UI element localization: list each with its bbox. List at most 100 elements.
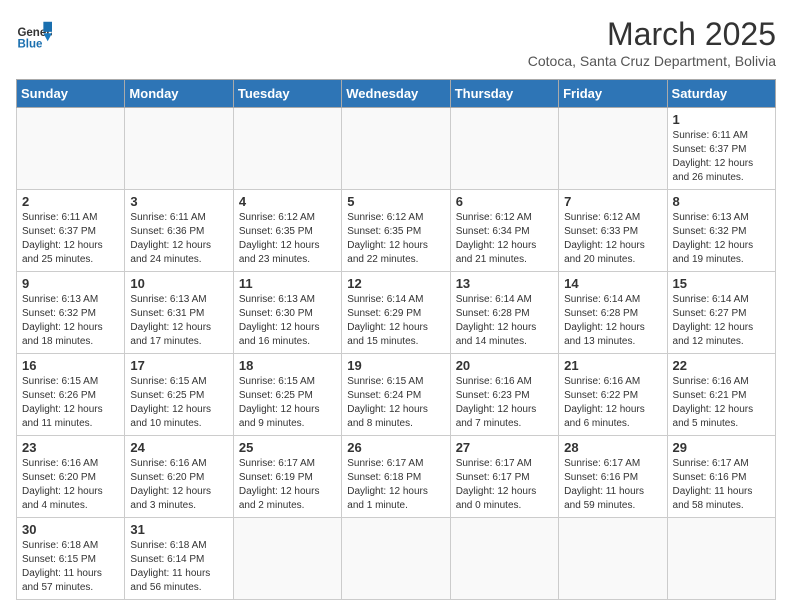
logo-icon: General Blue [16, 16, 52, 52]
day-info: Sunrise: 6:13 AM Sunset: 6:32 PM Dayligh… [22, 293, 119, 349]
calendar-cell: 22 Sunrise: 6:16 AM Sunset: 6:21 PM Dayli… [667, 354, 775, 436]
month-title: March 2025 [528, 16, 776, 53]
day-number: 22 [673, 358, 770, 373]
day-number: 17 [130, 358, 227, 373]
calendar-cell: 23Sunrise: 6:16 AM Sunset: 6:20 PM Dayli… [17, 436, 125, 518]
calendar-cell: 7 Sunrise: 6:12 AM Sunset: 6:33 PM Daylig… [559, 190, 667, 272]
day-number: 25 [239, 440, 336, 455]
day-number: 29 [673, 440, 770, 455]
calendar-cell: 19 Sunrise: 6:15 AM Sunset: 6:24 PM Dayli… [342, 354, 450, 436]
day-number: 15 [673, 276, 770, 291]
logo: General Blue [16, 16, 52, 52]
calendar-cell: 15 Sunrise: 6:14 AM Sunset: 6:27 PM Dayli… [667, 272, 775, 354]
calendar-cell: 8 Sunrise: 6:13 AM Sunset: 6:32 PM Daylig… [667, 190, 775, 272]
day-number: 16 [22, 358, 119, 373]
calendar-cell [450, 108, 558, 190]
calendar-cell: 11 Sunrise: 6:13 AM Sunset: 6:30 PM Dayli… [233, 272, 341, 354]
calendar-cell: 5Sunrise: 6:12 AM Sunset: 6:35 PM Daylig… [342, 190, 450, 272]
day-number: 7 [564, 194, 661, 209]
calendar-cell [342, 108, 450, 190]
weekday-header-wednesday: Wednesday [342, 80, 450, 108]
weekday-header-tuesday: Tuesday [233, 80, 341, 108]
calendar-cell: 2 Sunrise: 6:11 AM Sunset: 6:37 PM Daylig… [17, 190, 125, 272]
day-info: Sunrise: 6:14 AM Sunset: 6:27 PM Dayligh… [673, 293, 770, 349]
day-number: 1 [673, 112, 770, 127]
calendar-cell: 21 Sunrise: 6:16 AM Sunset: 6:22 PM Dayli… [559, 354, 667, 436]
day-info: Sunrise: 6:13 AM Sunset: 6:32 PM Dayligh… [673, 211, 770, 267]
day-info: Sunrise: 6:17 AM Sunset: 6:16 PM Dayligh… [673, 457, 770, 513]
day-number: 18 [239, 358, 336, 373]
day-info: Sunrise: 6:13 AM Sunset: 6:30 PM Dayligh… [239, 293, 336, 349]
day-info: Sunrise: 6:16 AM Sunset: 6:20 PM Dayligh… [130, 457, 227, 513]
day-number: 13 [456, 276, 553, 291]
day-number: 28 [564, 440, 661, 455]
day-info: Sunrise: 6:14 AM Sunset: 6:29 PM Dayligh… [347, 293, 444, 349]
day-info: Sunrise: 6:15 AM Sunset: 6:24 PM Dayligh… [347, 375, 444, 431]
calendar-cell: 6Sunrise: 6:12 AM Sunset: 6:34 PM Daylig… [450, 190, 558, 272]
calendar-cell: 20Sunrise: 6:16 AM Sunset: 6:23 PM Dayli… [450, 354, 558, 436]
day-info: Sunrise: 6:13 AM Sunset: 6:31 PM Dayligh… [130, 293, 227, 349]
day-info: Sunrise: 6:11 AM Sunset: 6:36 PM Dayligh… [130, 211, 227, 267]
weekday-header-row: SundayMondayTuesdayWednesdayThursdayFrid… [17, 80, 776, 108]
svg-text:Blue: Blue [17, 39, 43, 51]
day-number: 5 [347, 194, 444, 209]
day-number: 19 [347, 358, 444, 373]
page-header: General Blue March 2025 Cotoca, Santa Cr… [16, 16, 776, 69]
calendar-cell: 18 Sunrise: 6:15 AM Sunset: 6:25 PM Dayli… [233, 354, 341, 436]
calendar-cell: 4 Sunrise: 6:12 AM Sunset: 6:35 PM Daylig… [233, 190, 341, 272]
calendar-cell: 27 Sunrise: 6:17 AM Sunset: 6:17 PM Dayli… [450, 436, 558, 518]
calendar-week-row: 30Sunrise: 6:18 AM Sunset: 6:15 PM Dayli… [17, 518, 776, 600]
calendar-week-row: 9Sunrise: 6:13 AM Sunset: 6:32 PM Daylig… [17, 272, 776, 354]
day-number: 27 [456, 440, 553, 455]
day-info: Sunrise: 6:12 AM Sunset: 6:34 PM Dayligh… [456, 211, 553, 267]
calendar-cell: 3Sunrise: 6:11 AM Sunset: 6:36 PM Daylig… [125, 190, 233, 272]
day-info: Sunrise: 6:17 AM Sunset: 6:18 PM Dayligh… [347, 457, 444, 513]
day-number: 11 [239, 276, 336, 291]
calendar-cell: 13 Sunrise: 6:14 AM Sunset: 6:28 PM Dayli… [450, 272, 558, 354]
day-number: 2 [22, 194, 119, 209]
day-number: 12 [347, 276, 444, 291]
calendar-cell: 12 Sunrise: 6:14 AM Sunset: 6:29 PM Dayli… [342, 272, 450, 354]
day-info: Sunrise: 6:15 AM Sunset: 6:25 PM Dayligh… [130, 375, 227, 431]
calendar-cell [342, 518, 450, 600]
calendar-week-row: 1Sunrise: 6:11 AM Sunset: 6:37 PM Daylig… [17, 108, 776, 190]
day-number: 4 [239, 194, 336, 209]
day-number: 10 [130, 276, 227, 291]
calendar-week-row: 23Sunrise: 6:16 AM Sunset: 6:20 PM Dayli… [17, 436, 776, 518]
day-number: 21 [564, 358, 661, 373]
location-title: Cotoca, Santa Cruz Department, Bolivia [528, 53, 776, 69]
calendar-cell [17, 108, 125, 190]
calendar-cell: 14Sunrise: 6:14 AM Sunset: 6:28 PM Dayli… [559, 272, 667, 354]
calendar-cell [667, 518, 775, 600]
calendar-cell: 26 Sunrise: 6:17 AM Sunset: 6:18 PM Dayli… [342, 436, 450, 518]
calendar-cell [125, 108, 233, 190]
day-info: Sunrise: 6:11 AM Sunset: 6:37 PM Dayligh… [22, 211, 119, 267]
calendar-cell: 17 Sunrise: 6:15 AM Sunset: 6:25 PM Dayli… [125, 354, 233, 436]
calendar-table: SundayMondayTuesdayWednesdayThursdayFrid… [16, 79, 776, 600]
day-info: Sunrise: 6:14 AM Sunset: 6:28 PM Dayligh… [456, 293, 553, 349]
weekday-header-friday: Friday [559, 80, 667, 108]
calendar-cell: 16Sunrise: 6:15 AM Sunset: 6:26 PM Dayli… [17, 354, 125, 436]
calendar-cell [559, 108, 667, 190]
day-info: Sunrise: 6:16 AM Sunset: 6:22 PM Dayligh… [564, 375, 661, 431]
calendar-cell: 9Sunrise: 6:13 AM Sunset: 6:32 PM Daylig… [17, 272, 125, 354]
day-info: Sunrise: 6:15 AM Sunset: 6:25 PM Dayligh… [239, 375, 336, 431]
day-info: Sunrise: 6:17 AM Sunset: 6:16 PM Dayligh… [564, 457, 661, 513]
day-number: 14 [564, 276, 661, 291]
day-info: Sunrise: 6:17 AM Sunset: 6:19 PM Dayligh… [239, 457, 336, 513]
day-number: 26 [347, 440, 444, 455]
calendar-cell [233, 108, 341, 190]
day-info: Sunrise: 6:12 AM Sunset: 6:33 PM Dayligh… [564, 211, 661, 267]
day-info: Sunrise: 6:16 AM Sunset: 6:21 PM Dayligh… [673, 375, 770, 431]
calendar-week-row: 16Sunrise: 6:15 AM Sunset: 6:26 PM Dayli… [17, 354, 776, 436]
day-info: Sunrise: 6:17 AM Sunset: 6:17 PM Dayligh… [456, 457, 553, 513]
day-info: Sunrise: 6:16 AM Sunset: 6:20 PM Dayligh… [22, 457, 119, 513]
day-number: 8 [673, 194, 770, 209]
day-number: 24 [130, 440, 227, 455]
calendar-cell: 30Sunrise: 6:18 AM Sunset: 6:15 PM Dayli… [17, 518, 125, 600]
calendar-cell: 10 Sunrise: 6:13 AM Sunset: 6:31 PM Dayli… [125, 272, 233, 354]
weekday-header-monday: Monday [125, 80, 233, 108]
calendar-cell [233, 518, 341, 600]
day-info: Sunrise: 6:12 AM Sunset: 6:35 PM Dayligh… [239, 211, 336, 267]
calendar-cell: 1Sunrise: 6:11 AM Sunset: 6:37 PM Daylig… [667, 108, 775, 190]
